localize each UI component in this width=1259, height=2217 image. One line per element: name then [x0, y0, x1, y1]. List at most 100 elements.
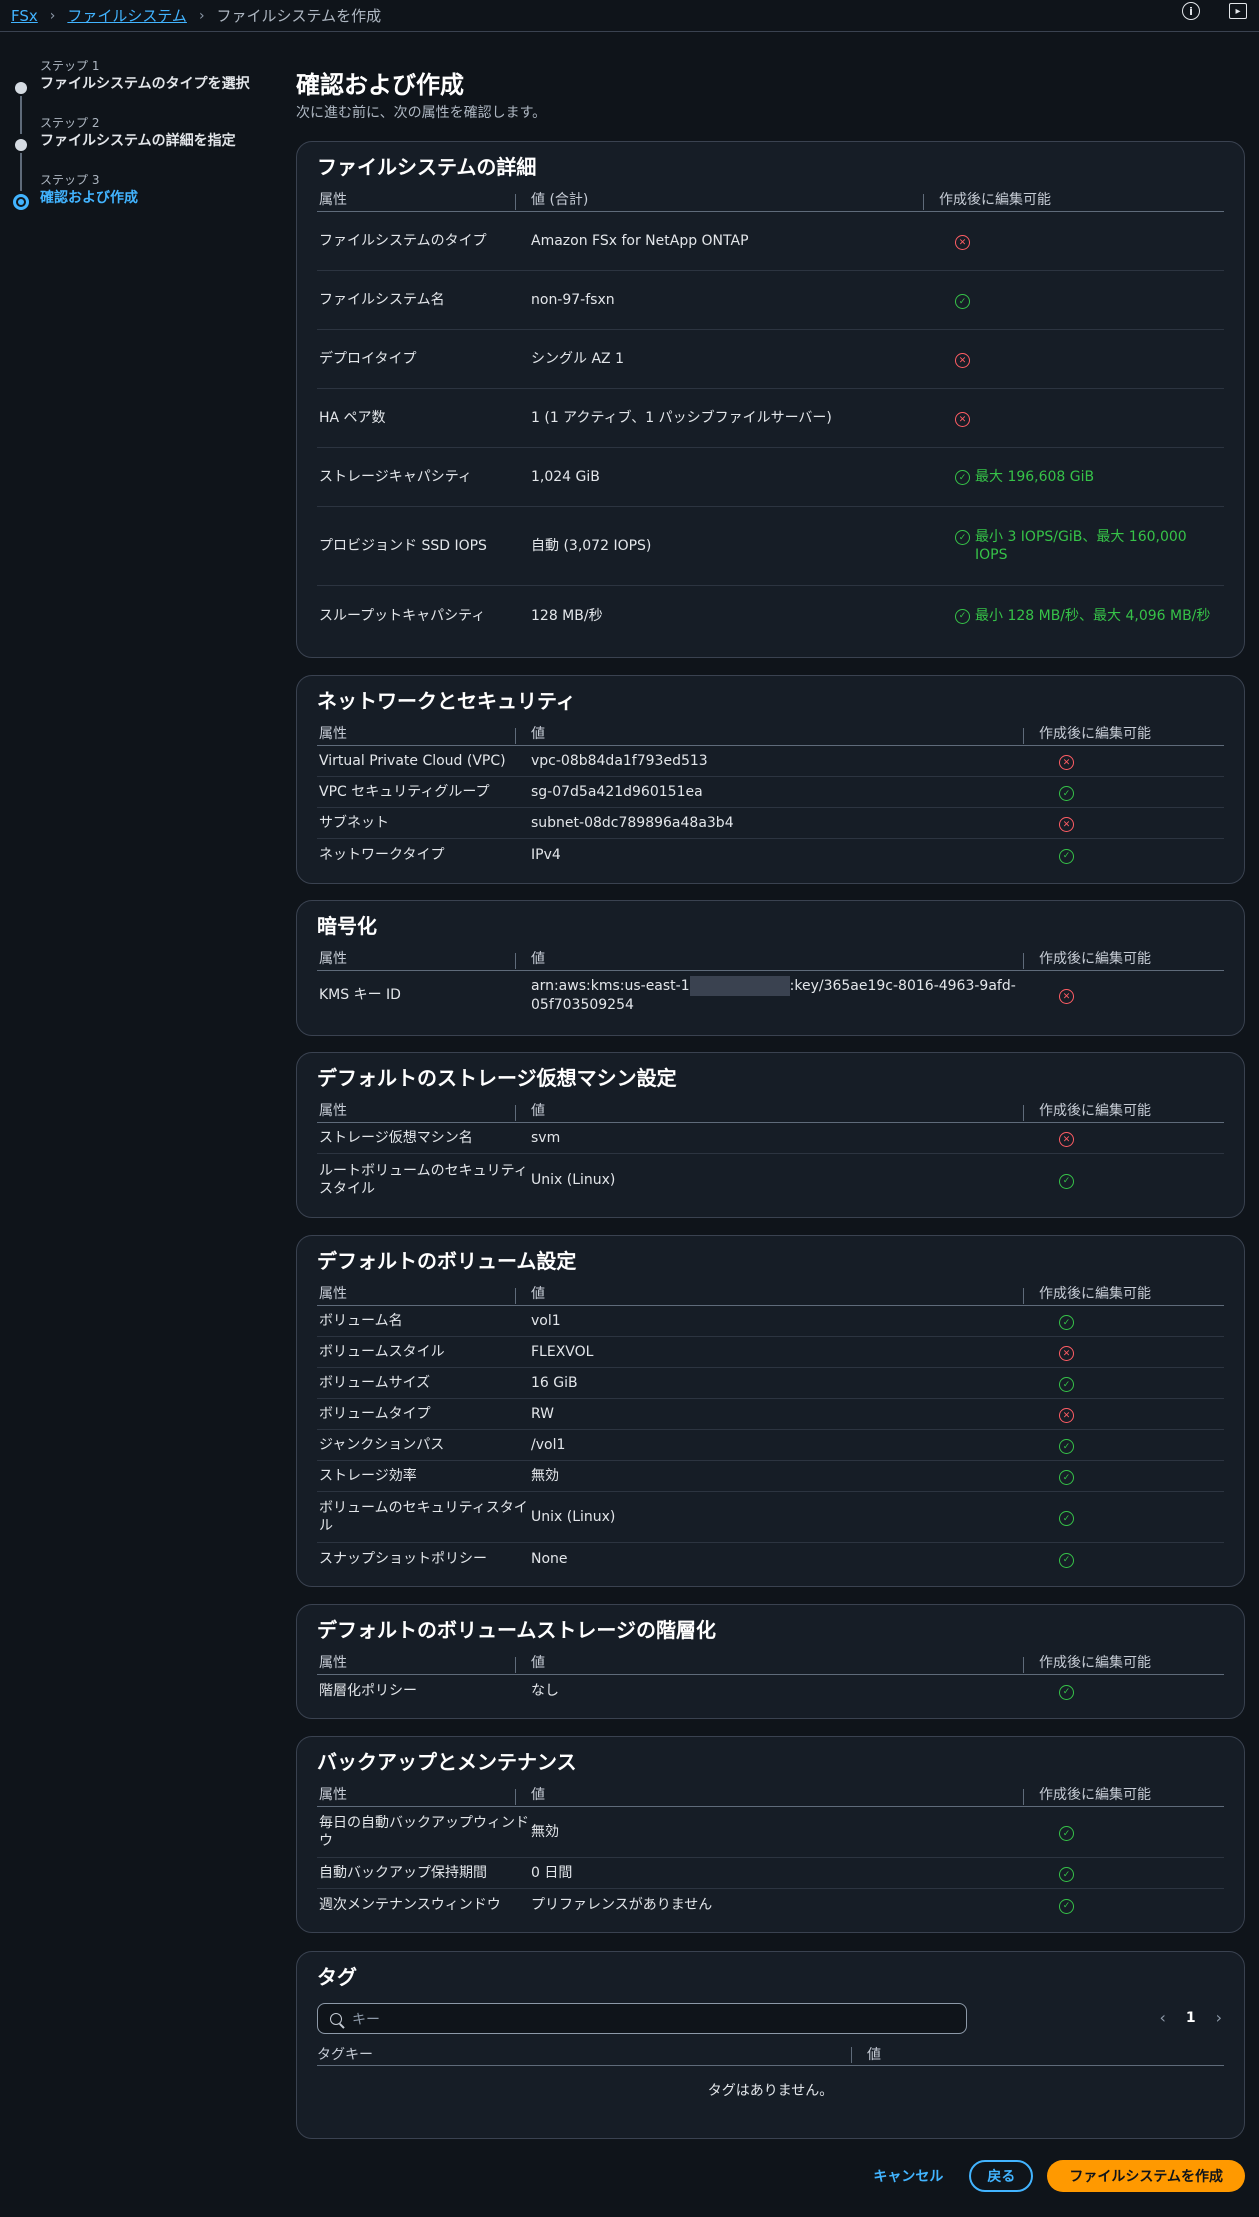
editable-range-text: 最小 3 IOPS/GiB、最大 160,000 IOPS — [975, 529, 1187, 563]
value-cell: 0 日間 — [531, 1865, 573, 1881]
breadcrumb-filesystems-link[interactable]: ファイルシステム — [67, 5, 187, 26]
check-circle-icon: ✓ — [1059, 1867, 1074, 1883]
step-name: 確認および作成 — [40, 190, 138, 206]
pagination: ‹ 1 › — [1159, 2008, 1222, 2027]
column-header: 値 — [515, 950, 1039, 969]
chevron-right-icon: › — [49, 7, 56, 24]
x-circle-icon: ✕ — [1059, 755, 1074, 771]
attribute-cell: 毎日の自動バックアップウィンドウ — [319, 1815, 529, 1849]
value-cell: 1 (1 アクティブ、1 パッシブファイルサーバー) — [531, 410, 832, 426]
editable-cell: ✓ — [1041, 1312, 1074, 1331]
editable-cell: ✓ — [1041, 1549, 1074, 1568]
attribute-cell: ストレージ効率 — [319, 1468, 417, 1484]
card-title: デフォルトのストレージ仮想マシン設定 — [317, 1066, 677, 1090]
network-security-card: ネットワークとセキュリティ 属性 値作成後に編集可能 Virtual Private … — [296, 675, 1245, 884]
back-button[interactable]: 戻る — [969, 2160, 1034, 2192]
table-body: ストレージ仮想マシン名 svm ✕ ルートボリュームのセキュリティスタイル Unix (… — [317, 1123, 1224, 1205]
editable-cell: ✓ — [1041, 845, 1074, 864]
attribute-cell: ファイルシステム名 — [319, 292, 445, 308]
table-row: HA ペア数 1 (1 アクティブ、1 パッシブファイルサーバー) ✕ — [317, 389, 1224, 448]
table-header: 属性 値作成後に編集可能 — [317, 947, 1224, 971]
breadcrumb-fsx-link[interactable]: FSx — [11, 7, 38, 25]
check-circle-icon: ✓ — [1059, 1511, 1074, 1527]
table-body: ボリューム名 vol1 ✓ ボリュームスタイル FLEXVOL ✕ ボリュームサイズ 16 G… — [317, 1306, 1224, 1574]
wizard-step-3: ステップ 3 確認および作成 — [10, 172, 260, 229]
check-circle-icon: ✓ — [1059, 1315, 1074, 1331]
table-row: スナップショットポリシー None ✓ — [317, 1543, 1224, 1574]
attribute-cell: スループットキャパシティ — [319, 607, 486, 624]
card-title: ファイルシステムの詳細 — [317, 155, 537, 179]
attribute-cell: VPC セキュリティグループ — [319, 784, 490, 800]
x-circle-icon: ✕ — [955, 353, 970, 369]
table-row: ボリューム名 vol1 ✓ — [317, 1306, 1224, 1337]
info-icon[interactable]: i — [1182, 2, 1200, 20]
split-panel-icon[interactable]: ▸ — [1229, 3, 1247, 19]
check-circle-icon: ✓ — [1059, 1439, 1074, 1455]
table-header: 属性 値 (合計) 作成後に編集可能 — [317, 188, 1224, 212]
column-header: 値 — [515, 1786, 1039, 1805]
column-header: 値 — [515, 725, 1039, 744]
column-header: 作成後に編集可能 — [1023, 1654, 1151, 1673]
column-header: 属性 — [319, 1285, 347, 1302]
volume-settings-card: デフォルトのボリューム設定 属性値作成後に編集可能 ボリューム名 vol1 ✓ ボリューム… — [296, 1235, 1245, 1587]
column-header: 値 — [515, 1285, 1039, 1304]
attribute-cell: サブネット — [319, 815, 389, 831]
value-cell: /vol1 — [531, 1437, 566, 1453]
step-complete-dot-icon — [15, 139, 27, 151]
wizard-step-2[interactable]: ステップ 2 ファイルシステムの詳細を指定 — [10, 115, 260, 191]
card-title: バックアップとメンテナンス — [317, 1750, 577, 1774]
table-row: プロビジョンド SSD IOPS 自動 (3,072 IOPS) ✓ 最小 3 IOP… — [317, 507, 1224, 586]
value-cell: Amazon FSx for NetApp ONTAP — [531, 233, 749, 249]
value-cell: 無効 — [531, 1468, 559, 1484]
check-circle-icon: ✓ — [1059, 786, 1074, 802]
page-title: 確認および作成 — [296, 71, 464, 99]
table-header: 属性 値作成後に編集可能 — [317, 1783, 1224, 1807]
x-circle-icon: ✕ — [1059, 1132, 1074, 1148]
page-number[interactable]: 1 — [1186, 2010, 1196, 2026]
column-header: 作成後に編集可能 — [1023, 1285, 1151, 1304]
table-row: ボリュームサイズ 16 GiB ✓ — [317, 1368, 1224, 1399]
table-row: 週次メンテナンスウィンドウ プリファレンスがありません ✓ — [317, 1889, 1224, 1920]
check-circle-icon: ✓ — [1059, 1898, 1074, 1914]
editable-cell: ✓ 最大 196,608 GiB — [955, 468, 1215, 486]
value-cell: なし — [531, 1682, 559, 1699]
step-number: ステップ 3 — [40, 173, 100, 187]
table-row: デプロイタイプ シングル AZ 1 ✕ — [317, 330, 1224, 389]
page-description: 次に進む前に、次の属性を確認します。 — [296, 105, 547, 121]
attribute-cell: ルートボリュームのセキュリティスタイル — [319, 1162, 528, 1197]
editable-cell: ✓ — [1041, 1374, 1074, 1393]
attribute-cell: ボリュームサイズ — [319, 1375, 431, 1391]
page-header: 確認および作成 次に進む前に、次の属性を確認します。 — [296, 70, 1246, 122]
value-cell: 1,024 GiB — [531, 469, 600, 485]
column-header: 属性 — [319, 950, 347, 967]
value-cell: None — [531, 1550, 568, 1567]
table-row: ネットワークタイプ IPv4 ✓ — [317, 839, 1224, 870]
value-cell: subnet-08dc789896a48a3b4 — [531, 815, 734, 831]
editable-cell: ✓ 最小 128 MB/秒、最大 4,096 MB/秒 — [955, 607, 1215, 625]
value-cell: プリファレンスがありません — [531, 1896, 713, 1913]
table-row: ボリュームスタイル FLEXVOL ✕ — [317, 1337, 1224, 1368]
tag-search-input[interactable]: キー — [317, 2003, 967, 2034]
table-row: ファイルシステム名 non-97-fsxn ✓ — [317, 271, 1224, 330]
attribute-cell: ボリュームスタイル — [319, 1344, 445, 1360]
wizard-step-1[interactable]: ステップ 1 ファイルシステムのタイプを選択 — [10, 58, 260, 134]
column-header: 値 — [851, 2044, 881, 2064]
chevron-right-icon[interactable]: › — [1216, 2008, 1222, 2027]
attribute-cell: ファイルシステムのタイプ — [319, 233, 487, 249]
column-header: 属性 — [319, 191, 347, 208]
column-header: タグキー — [317, 2046, 373, 2063]
chevron-right-icon: › — [198, 7, 205, 24]
column-header: 作成後に編集可能 — [1023, 725, 1151, 744]
value-cell: IPv4 — [531, 846, 561, 863]
editable-cell: ✕ — [1041, 814, 1074, 833]
chevron-left-icon[interactable]: ‹ — [1159, 2008, 1165, 2027]
redacted-account-id — [689, 976, 790, 996]
table-row: ストレージ効率 無効 ✓ — [317, 1461, 1224, 1492]
attribute-cell: Virtual Private Cloud (VPC) — [319, 753, 506, 769]
table-row: ファイルシステムのタイプ Amazon FSx for NetApp ONTAP ✕ — [317, 212, 1224, 271]
create-filesystem-button[interactable]: ファイルシステムを作成 — [1047, 2160, 1245, 2192]
cancel-button[interactable]: キャンセル — [861, 2166, 955, 2186]
column-header: 属性 — [319, 1102, 347, 1119]
table-row: ジャンクションパス/vol1 ✓ — [317, 1430, 1224, 1461]
column-header: 値 (合計) — [515, 191, 939, 210]
